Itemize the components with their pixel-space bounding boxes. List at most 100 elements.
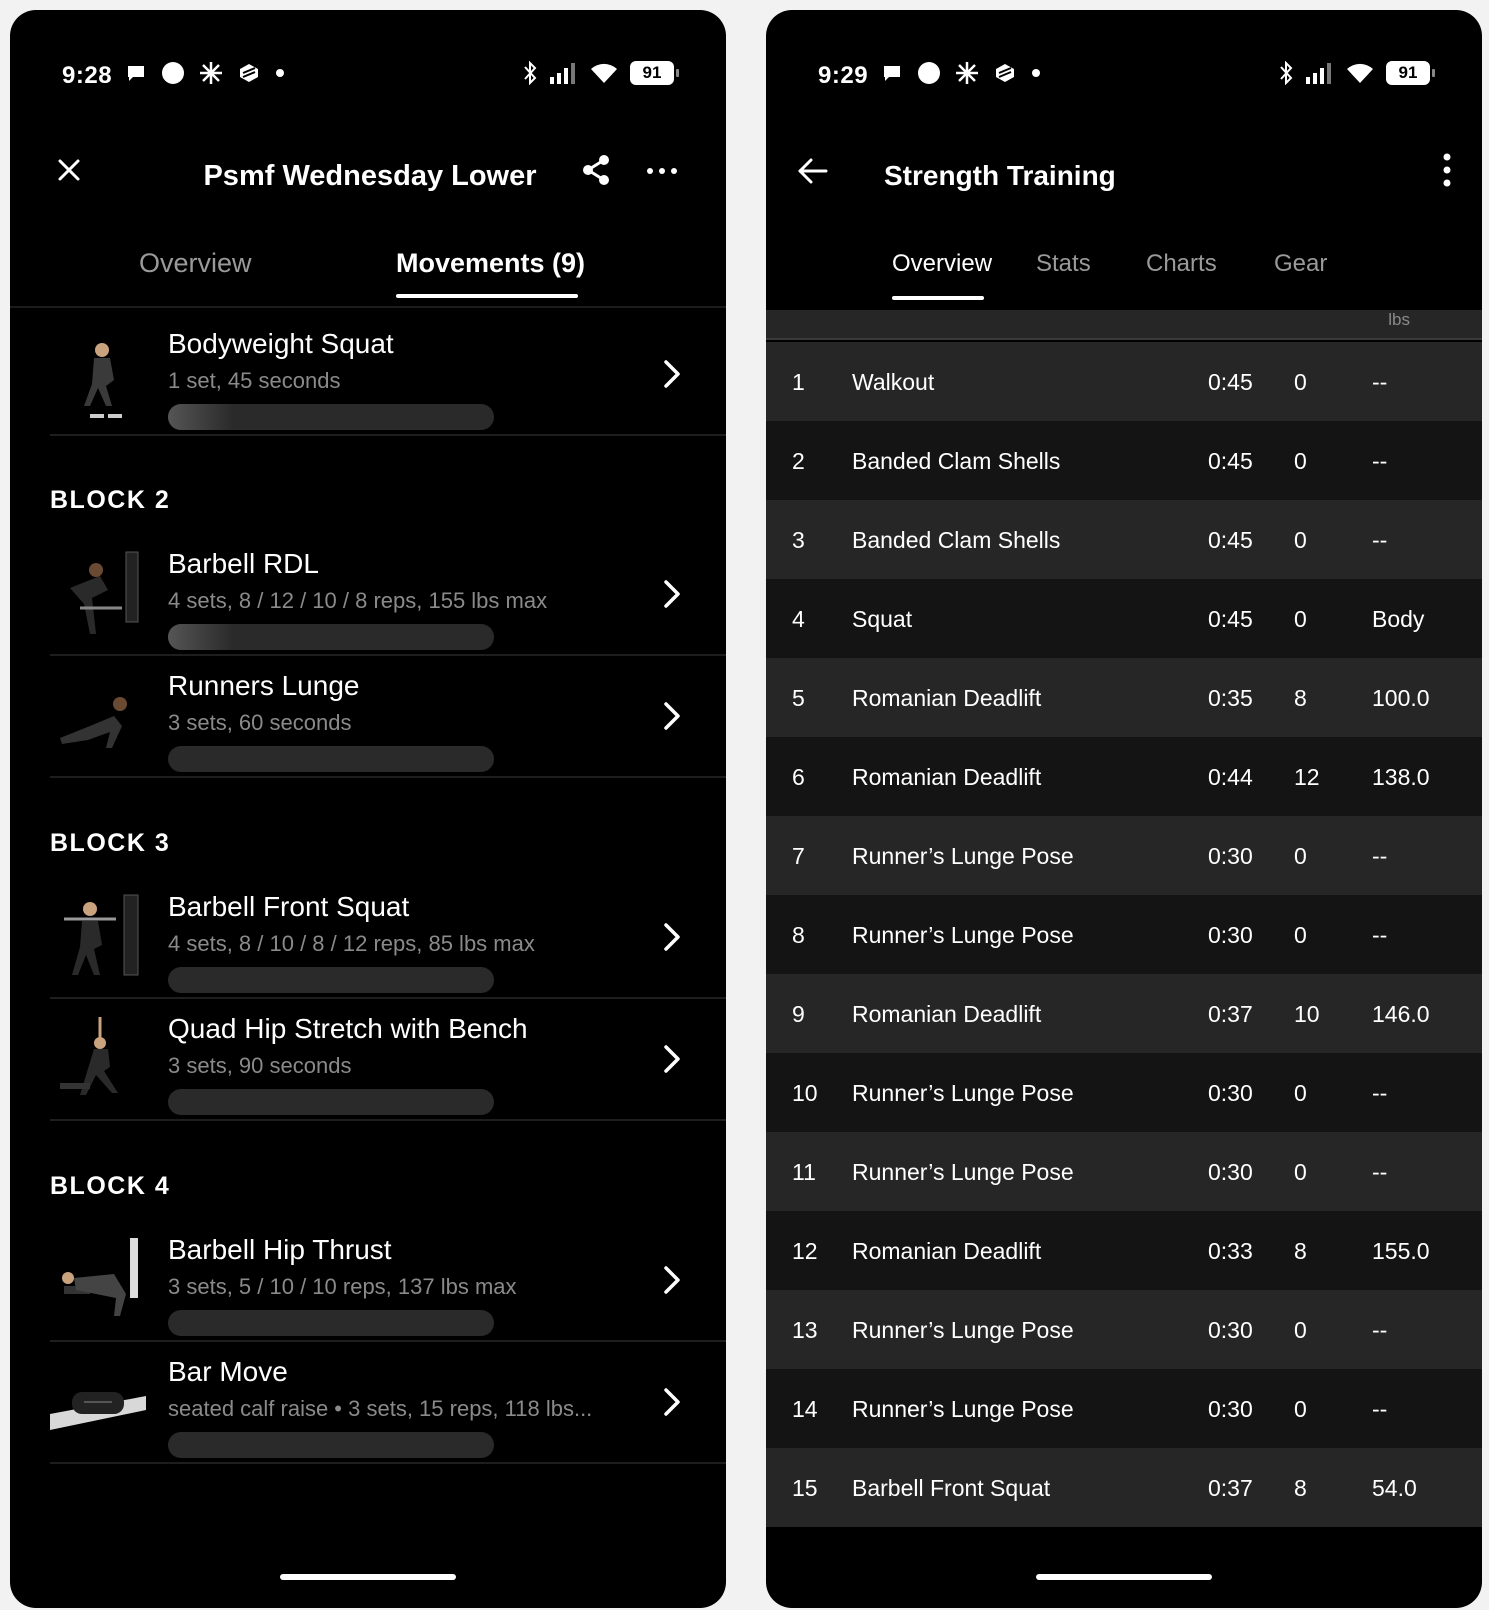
close-icon[interactable] — [54, 155, 84, 185]
movement-item[interactable]: Bodyweight Squat 1 set, 45 seconds — [50, 314, 726, 436]
duration-cell: 0:30 — [1208, 1317, 1253, 1343]
duration-cell: 0:30 — [1208, 1159, 1253, 1185]
table-row[interactable]: 10 Runner’s Lunge Pose 0:30 0 -- — [766, 1053, 1482, 1132]
movement-item[interactable]: Barbell Hip Thrust 3 sets, 5 / 10 / 10 r… — [50, 1220, 726, 1342]
weight-cell: -- — [1372, 527, 1388, 553]
table-row[interactable]: 13 Runner’s Lunge Pose 0:30 0 -- — [766, 1290, 1482, 1369]
exercise-name-cell: Barbell Front Squat — [852, 1475, 1051, 1501]
exercise-thumbnail — [60, 1017, 118, 1095]
movement-item[interactable]: Runners Lunge 3 sets, 60 seconds — [50, 656, 726, 778]
movement-detail: 3 sets, 5 / 10 / 10 reps, 137 lbs max — [168, 1274, 517, 1299]
reps-cell: 0 — [1294, 448, 1307, 474]
set-number-cell: 11 — [792, 1159, 816, 1185]
strength-training-screen: 9:29 91 Strength Training Overview Stats… — [766, 10, 1482, 1608]
home-indicator[interactable] — [1036, 1574, 1212, 1580]
status-bar: 9:28 91 — [10, 52, 726, 92]
movement-name: Bodyweight Squat — [168, 328, 394, 359]
table-row[interactable]: 4 Squat 0:45 0 Body — [766, 579, 1482, 658]
exercise-thumbnail — [84, 343, 122, 418]
movement-name: Barbell Hip Thrust — [168, 1234, 392, 1265]
block-heading: BLOCK 2 — [50, 486, 171, 514]
exercise-thumbnail — [60, 697, 127, 748]
page-title: Psmf Wednesday Lower — [203, 160, 537, 192]
chat-icon — [128, 66, 144, 81]
home-indicator[interactable] — [280, 1574, 456, 1580]
reps-cell: 0 — [1294, 606, 1307, 632]
table-row[interactable]: 11 Runner’s Lunge Pose 0:30 0 -- — [766, 1132, 1482, 1211]
status-bar: 9:29 91 — [766, 52, 1482, 92]
movement-name: Barbell Front Squat — [168, 891, 410, 922]
table-row[interactable]: 2 Banded Clam Shells 0:45 0 -- — [766, 421, 1482, 500]
exercise-name-cell: Runner’s Lunge Pose — [852, 1396, 1074, 1422]
progress-bar-fill — [168, 624, 234, 650]
weight-cell: -- — [1372, 1396, 1388, 1422]
duration-cell: 0:30 — [1208, 922, 1253, 948]
movement-detail: 1 set, 45 seconds — [168, 368, 341, 393]
active-tab-indicator — [396, 294, 578, 298]
movement-detail: 3 sets, 90 seconds — [168, 1053, 352, 1078]
weight-cell: -- — [1372, 369, 1388, 395]
more-horizontal-icon[interactable] — [646, 166, 678, 176]
table-row[interactable]: 9 Romanian Deadlift 0:37 10 146.0 — [766, 974, 1482, 1053]
table-row[interactable]: 7 Runner’s Lunge Pose 0:30 0 -- — [766, 816, 1482, 895]
exercise-thumbnail — [50, 1392, 146, 1430]
progress-bar — [168, 624, 494, 650]
status-time: 9:28 — [62, 62, 113, 89]
tab-divider — [10, 306, 726, 308]
exercise-name-cell: Romanian Deadlift — [852, 1001, 1042, 1027]
tab-overview[interactable]: Overview — [892, 250, 992, 278]
exercise-name-cell: Walkout — [852, 369, 935, 395]
bluetooth-icon — [1280, 61, 1293, 85]
weight-cell: -- — [1372, 448, 1388, 474]
duration-cell: 0:35 — [1208, 685, 1253, 711]
table-row[interactable]: 12 Romanian Deadlift 0:33 8 155.0 — [766, 1211, 1482, 1290]
table-row[interactable]: 15 Barbell Front Squat 0:37 8 54.0 — [766, 1448, 1482, 1527]
chevron-right-icon — [664, 1045, 680, 1073]
asterisk-icon — [956, 62, 978, 84]
table-row[interactable]: 5 Romanian Deadlift 0:35 8 100.0 — [766, 658, 1482, 737]
app-icon — [996, 64, 1014, 82]
movement-item[interactable]: Barbell Front Squat 4 sets, 8 / 10 / 8 /… — [50, 877, 726, 999]
reps-cell: 8 — [1294, 685, 1307, 711]
duration-cell: 0:30 — [1208, 1396, 1253, 1422]
movement-item[interactable]: Quad Hip Stretch with Bench 3 sets, 90 s… — [50, 999, 726, 1121]
movement-name: Barbell RDL — [168, 548, 319, 579]
tab-stats[interactable]: Stats — [1036, 250, 1091, 278]
share-icon[interactable] — [580, 154, 612, 186]
progress-bar — [168, 404, 494, 430]
duration-cell: 0:30 — [1208, 1080, 1253, 1106]
tab-gear[interactable]: Gear — [1274, 250, 1327, 278]
tab-charts[interactable]: Charts — [1146, 250, 1217, 278]
movement-item[interactable]: Barbell RDL 4 sets, 8 / 12 / 10 / 8 reps… — [50, 534, 726, 656]
exercise-thumbnail — [70, 551, 139, 634]
back-arrow-icon[interactable] — [796, 154, 830, 188]
duration-cell: 0:30 — [1208, 843, 1253, 869]
duration-cell: 0:45 — [1208, 606, 1253, 632]
movement-name: Quad Hip Stretch with Bench — [168, 1013, 528, 1044]
battery-icon: 91 — [630, 61, 679, 85]
exercise-name-cell: Romanian Deadlift — [852, 685, 1042, 711]
chevron-right-icon — [664, 360, 680, 388]
set-number-cell: 12 — [792, 1238, 818, 1264]
table-row[interactable]: 6 Romanian Deadlift 0:44 12 138.0 — [766, 737, 1482, 816]
weight-cell: -- — [1372, 843, 1388, 869]
table-row[interactable]: 1 Walkout 0:45 0 -- — [766, 342, 1482, 421]
table-row[interactable]: 14 Runner’s Lunge Pose 0:30 0 -- — [766, 1369, 1482, 1448]
system-icons: 91 — [522, 61, 679, 85]
table-row[interactable]: 3 Banded Clam Shells 0:45 0 -- — [766, 500, 1482, 579]
status-time: 9:29 — [818, 62, 869, 89]
movement-item[interactable]: Bar Move seated calf raise • 3 sets, 15 … — [50, 1342, 726, 1464]
duration-cell: 0:33 — [1208, 1238, 1253, 1264]
weight-cell: 138.0 — [1372, 764, 1430, 790]
set-number-cell: 2 — [792, 448, 805, 474]
reps-cell: 10 — [1294, 1001, 1320, 1027]
movement-detail: 4 sets, 8 / 12 / 10 / 8 reps, 155 lbs ma… — [168, 588, 548, 613]
duration-cell: 0:44 — [1208, 764, 1253, 790]
table-row[interactable]: 8 Runner’s Lunge Pose 0:30 0 -- — [766, 895, 1482, 974]
more-vertical-icon[interactable] — [1442, 152, 1452, 188]
set-number-cell: 3 — [792, 527, 805, 553]
tab-movements[interactable]: Movements (9) — [396, 248, 585, 279]
tab-overview[interactable]: Overview — [139, 248, 252, 279]
battery-level: 91 — [642, 63, 662, 82]
set-number-cell: 14 — [792, 1396, 818, 1422]
